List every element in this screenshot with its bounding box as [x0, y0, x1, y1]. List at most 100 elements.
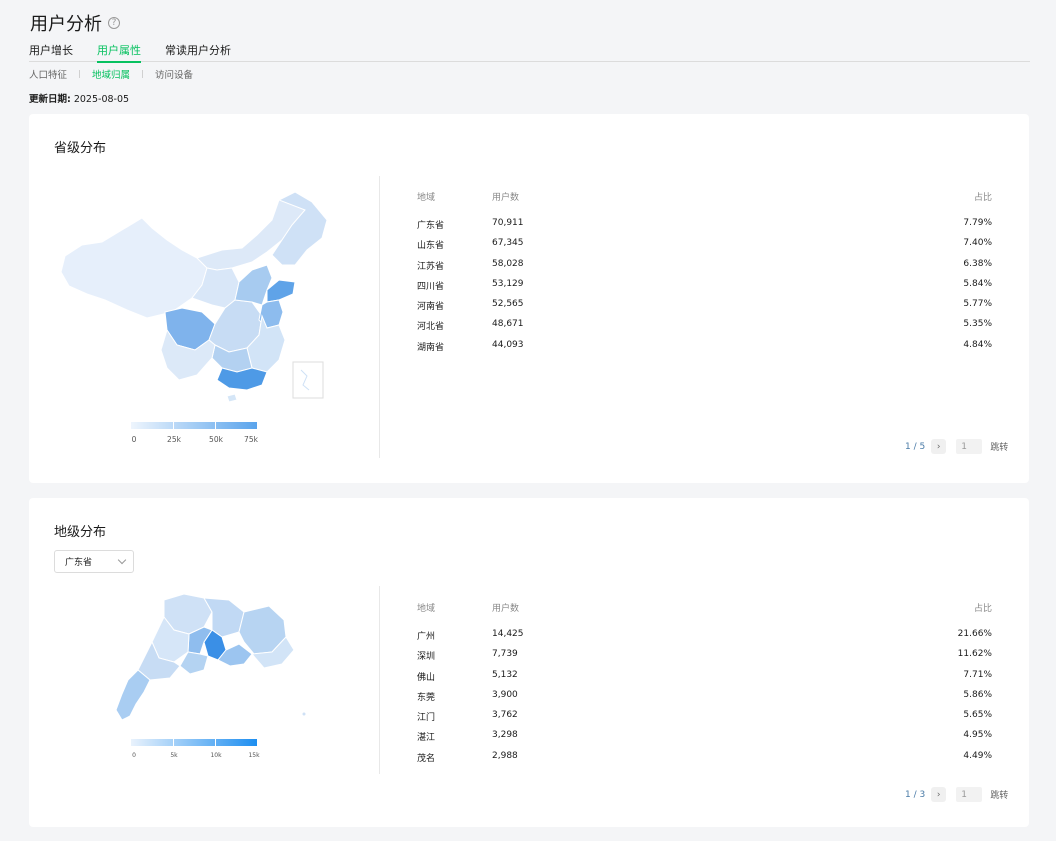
province-legend-gradient	[131, 422, 257, 429]
page-jump-input[interactable]	[956, 439, 983, 454]
table-row: 茂名 2,988 4.49%	[417, 751, 992, 771]
table-row: 深圳 7,739 11.62%	[417, 649, 992, 669]
cell-region: 河北省	[417, 322, 445, 333]
legend-tick	[173, 422, 174, 429]
province-table: 地域 用户数 占比 广东省 70,911 7.79% 山东省 67,345 7.40% …	[417, 190, 992, 360]
map-region-guangdong[interactable]	[216, 367, 268, 391]
cell-users: 5,132	[492, 669, 518, 680]
page-title: 用户分析 ?	[30, 10, 120, 36]
tab-frequent-readers[interactable]: 常读用户分析	[165, 42, 231, 62]
legend-tick	[215, 739, 216, 746]
tab-user-growth[interactable]: 用户增长	[29, 42, 73, 62]
cell-region: 东莞	[417, 692, 436, 703]
table-row: 佛山 5,132 7.71%	[417, 670, 992, 690]
cell-share: 7.40%	[963, 238, 992, 249]
cell-share: 4.84%	[963, 339, 992, 350]
south-china-sea-islands	[300, 369, 310, 391]
help-icon[interactable]: ?	[108, 17, 120, 29]
table-row: 江门 3,762 5.65%	[417, 710, 992, 730]
legend-label-15k: 15k	[248, 752, 260, 759]
cell-share: 5.35%	[963, 319, 992, 330]
header-users: 用户数	[492, 193, 520, 203]
legend-label-5k: 5k	[170, 752, 178, 759]
legend-label-0: 0	[131, 435, 137, 444]
sub-tabs: 人口特征 地域归属 访问设备	[29, 67, 193, 81]
map-region-hainan[interactable]	[226, 393, 238, 403]
cell-share: 5.84%	[963, 278, 992, 289]
map-city-zhanjiang[interactable]	[115, 669, 151, 721]
card-divider	[379, 176, 380, 458]
page-jump-input[interactable]	[956, 787, 983, 802]
cell-region: 四川省	[417, 281, 445, 292]
province-legend: 0 25k 50k 75k	[131, 422, 261, 452]
province-select-value: 广东省	[65, 558, 93, 568]
table-row: 湖南省 44,093 4.84%	[417, 340, 992, 360]
map-region-west[interactable]	[60, 217, 208, 319]
china-province-map[interactable]	[57, 190, 331, 404]
province-pagination: 1 / 5 › 跳转	[905, 439, 1008, 454]
city-legend: 0 5k 10k 15k	[131, 739, 261, 769]
cell-users: 48,671	[492, 319, 524, 330]
map-region-shandong[interactable]	[266, 279, 296, 303]
page-indicator: 1 / 5	[905, 441, 926, 452]
cell-region: 深圳	[417, 652, 436, 663]
subtab-demographics[interactable]: 人口特征	[29, 67, 67, 81]
tab-user-attributes[interactable]: 用户属性	[97, 42, 141, 63]
cell-region: 广州	[417, 632, 436, 642]
cell-share: 5.77%	[963, 299, 992, 310]
next-page-button[interactable]: ›	[931, 439, 947, 454]
cell-share: 4.95%	[963, 730, 992, 741]
cell-users: 3,298	[492, 730, 518, 741]
city-legend-gradient	[131, 739, 257, 746]
subtab-devices[interactable]: 访问设备	[155, 67, 193, 81]
cell-region: 河南省	[417, 302, 445, 313]
cell-share: 11.62%	[957, 649, 992, 660]
city-card-title: 地级分布	[54, 525, 107, 540]
cell-region: 山东省	[417, 241, 445, 252]
legend-label-25k: 25k	[167, 435, 181, 444]
update-date-label: 更新日期:	[29, 94, 71, 105]
cell-share: 21.66%	[957, 629, 992, 639]
cell-region: 茂名	[417, 753, 436, 764]
legend-tick	[173, 739, 174, 746]
cell-region: 江苏省	[417, 261, 445, 272]
update-date-value: 2025-08-05	[73, 94, 130, 105]
header-region: 地域	[417, 193, 436, 203]
cell-users: 3,762	[492, 710, 518, 721]
page-title-text: 用户分析	[30, 14, 102, 35]
map-island	[302, 712, 306, 716]
header-users: 用户数	[492, 604, 520, 614]
map-region-hebei-henan[interactable]	[234, 264, 273, 306]
legend-label-75k: 75k	[244, 435, 258, 444]
jump-button[interactable]: 跳转	[990, 440, 1008, 453]
table-row: 湛江 3,298 4.95%	[417, 730, 992, 750]
province-select[interactable]: 广东省	[54, 550, 134, 573]
table-row: 江苏省 58,028 6.38%	[417, 259, 992, 279]
guangdong-city-map[interactable]	[104, 592, 314, 732]
cell-users: 53,129	[492, 278, 524, 289]
legend-label-10k: 10k	[210, 752, 222, 759]
cell-share: 4.49%	[963, 750, 992, 761]
cell-share: 7.71%	[963, 669, 992, 680]
cell-users: 2,988	[492, 750, 518, 761]
table-row: 广东省 70,911 7.79%	[417, 218, 992, 238]
cell-share: 7.79%	[963, 218, 992, 228]
subtab-divider	[79, 70, 81, 78]
next-page-button[interactable]: ›	[931, 787, 947, 802]
city-pagination: 1 / 3 › 跳转	[905, 787, 1008, 802]
subtab-region[interactable]: 地域归属	[92, 67, 130, 81]
south-china-sea-inset	[292, 361, 324, 399]
cell-region: 湖南省	[417, 342, 445, 353]
legend-label-0: 0	[132, 752, 136, 759]
table-row: 四川省 53,129 5.84%	[417, 279, 992, 299]
cell-share: 6.38%	[963, 258, 992, 269]
cell-users: 14,425	[492, 629, 524, 639]
cell-region: 湛江	[417, 733, 436, 744]
province-card-title: 省级分布	[54, 141, 107, 156]
cell-region: 广东省	[417, 221, 445, 231]
cell-users: 58,028	[492, 258, 524, 269]
chevron-down-icon	[117, 555, 127, 565]
update-date: 更新日期: 2025-08-05	[29, 91, 129, 105]
cell-share: 5.86%	[963, 689, 992, 700]
jump-button[interactable]: 跳转	[990, 788, 1008, 801]
